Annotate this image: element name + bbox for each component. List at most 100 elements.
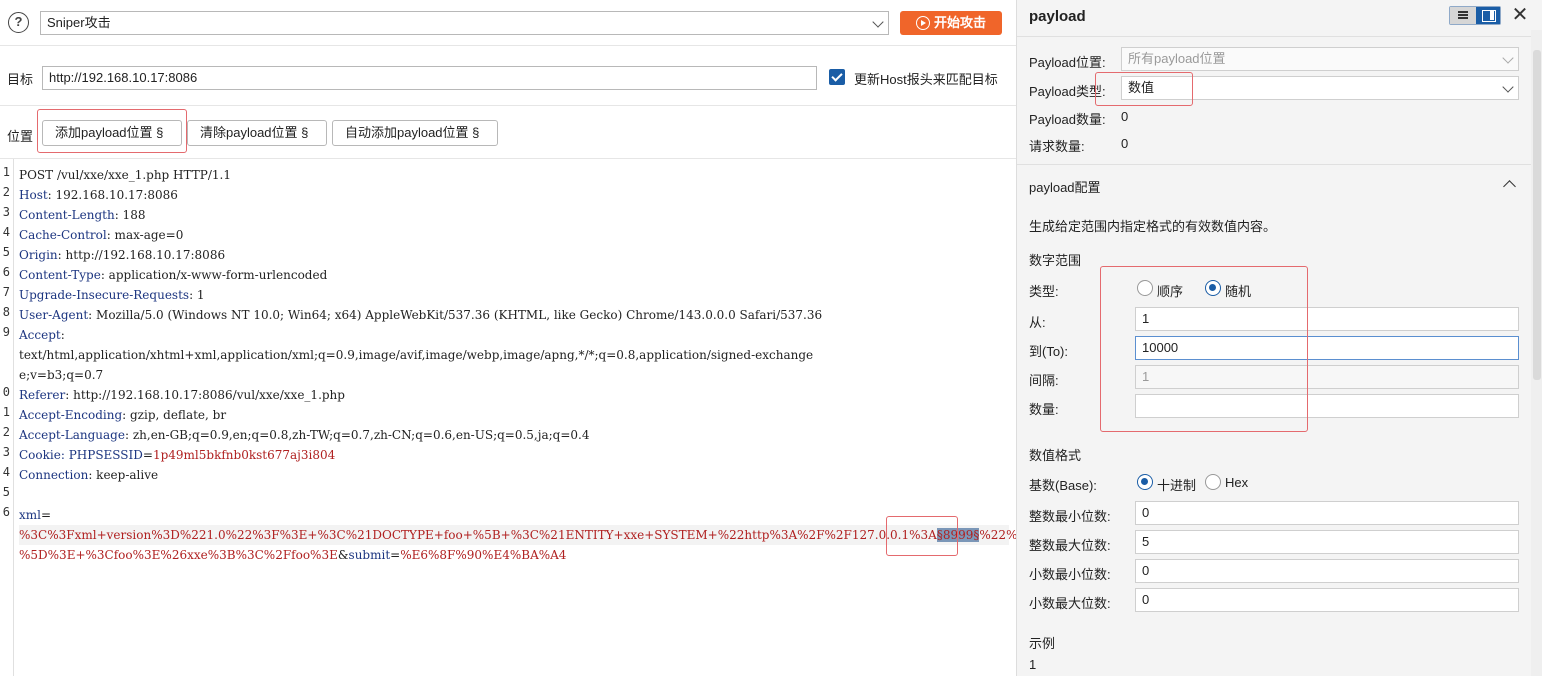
body-amp: & xyxy=(337,548,349,562)
header-line: Upgrade-Insecure-Requests: 1 xyxy=(19,285,205,305)
attack-type-value: Sniper攻击 xyxy=(47,15,111,30)
scrollbar-thumb[interactable] xyxy=(1533,50,1541,380)
hex-radio[interactable] xyxy=(1205,474,1221,490)
payload-position-select[interactable]: 所有payload位置 xyxy=(1121,47,1519,71)
example-value: 1 xyxy=(1029,657,1037,672)
header-value: : zh,en-GB;q=0.9,en;q=0.8,zh-TW;q=0.7,zh… xyxy=(124,428,590,442)
frac-min-digits-input[interactable]: 0 xyxy=(1135,559,1519,583)
body-value-part: %5D%3E+%3Cfoo%3E%26xxe%3B%3C%2Ffoo%3E xyxy=(19,548,338,562)
help-icon[interactable]: ? xyxy=(8,12,29,33)
line-number-gutter: 1 2 3 4 5 6 7 8 9 0 1 2 3 4 5 6 xyxy=(0,159,14,676)
header-line: Content-Type: application/x-www-form-url… xyxy=(19,265,327,285)
header-line: Referer: http://192.168.10.17:8086/vul/x… xyxy=(19,385,345,405)
header-value: : Mozilla/5.0 (Windows NT 10.0; Win64; x… xyxy=(88,308,823,322)
decimal-radio[interactable] xyxy=(1137,474,1153,490)
body-value-part: %3C%3Fxml+version%3D%221.0%22%3F%3E+%3C%… xyxy=(19,528,937,542)
payload-position-label: Payload位置: xyxy=(1029,55,1106,70)
header-value: : gzip, deflate, br xyxy=(122,408,227,422)
cookie-value: 1p49ml5bkfnb0kst677aj3i804 xyxy=(152,448,336,462)
line-number: 2 xyxy=(2,185,10,199)
panel-scrollbar[interactable] xyxy=(1531,30,1542,676)
step-input[interactable]: 1 xyxy=(1135,365,1519,389)
list-view-icon[interactable] xyxy=(1450,7,1476,24)
view-toggle xyxy=(1449,6,1501,25)
range-type-label: 类型: xyxy=(1029,284,1059,299)
chevron-up-icon[interactable] xyxy=(1503,180,1516,193)
header-continuation: text/html,application/xhtml+xml,applicat… xyxy=(19,348,814,362)
start-attack-button[interactable]: 开始攻击 xyxy=(900,11,1002,35)
request-count-value: 0 xyxy=(1121,136,1129,151)
attack-type-select[interactable]: Sniper攻击 xyxy=(40,11,889,35)
line-number: 8 xyxy=(2,305,10,319)
header-line: User-Agent: Mozilla/5.0 (Windows NT 10.0… xyxy=(19,305,822,325)
step-label: 间隔: xyxy=(1029,373,1059,388)
header-name: Content-Type xyxy=(19,268,101,282)
header-line: Content-Length: 188 xyxy=(19,205,145,225)
example-label: 示例 xyxy=(1029,636,1056,651)
payload-type-select[interactable]: 数值 xyxy=(1121,76,1519,100)
line-number: 7 xyxy=(2,285,10,299)
sequential-radio[interactable] xyxy=(1137,280,1153,296)
decimal-label: 十进制 xyxy=(1157,478,1197,493)
positions-label: 位置 xyxy=(7,129,34,144)
line-number: 4 xyxy=(2,225,10,239)
payload-type-label: Payload类型: xyxy=(1029,84,1106,99)
line-number: 2 xyxy=(2,425,10,439)
payload-count-value: 0 xyxy=(1121,109,1129,124)
chevron-down-icon xyxy=(872,16,884,28)
body-payload-line: %5D%3E+%3Cfoo%3E%26xxe%3B%3C%2Ffoo%3E&su… xyxy=(19,545,566,565)
number-range-title: 数字范围 xyxy=(1029,253,1082,268)
auto-add-payload-position-button[interactable]: 自动添加payload位置 § xyxy=(332,120,498,146)
header-name: Accept-Language xyxy=(19,428,125,442)
play-icon xyxy=(916,16,930,30)
body-param-name: xml xyxy=(19,508,41,522)
line-number: 6 xyxy=(2,265,10,279)
clear-payload-position-button[interactable]: 清除payload位置 § xyxy=(187,120,327,146)
target-row: 目标 http://192.168.10.17:8086 更新Host报头来匹配… xyxy=(0,46,1016,106)
header-continuation: e;v=b3;q=0.7 xyxy=(19,368,104,382)
header-line: Cookie: PHPSESSID=1p49ml5bkfnb0kst677aj3… xyxy=(19,445,335,465)
body-param-eq: = xyxy=(40,508,52,522)
close-icon[interactable]: ✕ xyxy=(1511,5,1529,25)
header-value: : xyxy=(60,328,65,342)
int-min-digits-label: 整数最小位数: xyxy=(1029,509,1111,524)
request-editor[interactable]: 1 2 3 4 5 6 7 8 9 0 1 2 3 4 5 6 POST /vu… xyxy=(0,158,1016,676)
panel-view-icon[interactable] xyxy=(1476,7,1500,24)
line-number: 0 xyxy=(2,385,10,399)
header-value: : http://192.168.10.17:8086/vul/xxe/xxe_… xyxy=(65,388,345,402)
line-number: 9 xyxy=(2,325,10,339)
header-line: Host: 192.168.10.17:8086 xyxy=(19,185,178,205)
random-radio[interactable] xyxy=(1205,280,1221,296)
line-number: 6 xyxy=(2,505,10,519)
request-count-label: 请求数量: xyxy=(1029,139,1085,154)
int-min-digits-input[interactable]: 0 xyxy=(1135,501,1519,525)
payload-config-description: 生成给定范围内指定格式的有效数值内容。 xyxy=(1029,219,1277,234)
header-name: Host xyxy=(19,188,48,202)
intruder-positions-pane: ? Sniper攻击 开始攻击 目标 http://192.168.10.17:… xyxy=(0,0,1016,676)
from-input[interactable]: 1 xyxy=(1135,307,1519,331)
target-input[interactable]: http://192.168.10.17:8086 xyxy=(42,66,817,90)
header-name: Upgrade-Insecure-Requests xyxy=(19,288,190,302)
divider xyxy=(1017,36,1531,37)
header-name: Connection xyxy=(19,468,89,482)
header-line: Accept-Language: zh,en-GB;q=0.9,en;q=0.8… xyxy=(19,425,590,445)
int-max-digits-input[interactable]: 5 xyxy=(1135,530,1519,554)
divider xyxy=(1017,164,1531,165)
payload-position-marker[interactable]: §8999§ xyxy=(936,528,980,542)
add-payload-position-button[interactable]: 添加payload位置 § xyxy=(42,120,182,146)
header-name: Cache-Control xyxy=(19,228,107,242)
header-name: User-Agent xyxy=(19,308,89,322)
header-line: Cache-Control: max-age=0 xyxy=(19,225,183,245)
to-input[interactable]: 10000 xyxy=(1135,336,1519,360)
update-host-checkbox[interactable] xyxy=(829,69,845,85)
header-value: : http://192.168.10.17:8086 xyxy=(57,248,226,262)
base-label: 基数(Base): xyxy=(1029,478,1097,493)
header-name: Origin xyxy=(19,248,58,262)
frac-max-digits-input[interactable]: 0 xyxy=(1135,588,1519,612)
quantity-input[interactable] xyxy=(1135,394,1519,418)
header-value: : 1 xyxy=(189,288,205,302)
frac-min-digits-label: 小数最小位数: xyxy=(1029,567,1111,582)
header-line: Accept-Encoding: gzip, deflate, br xyxy=(19,405,226,425)
chevron-down-icon xyxy=(1502,81,1514,93)
header-value: : keep-alive xyxy=(88,468,159,482)
